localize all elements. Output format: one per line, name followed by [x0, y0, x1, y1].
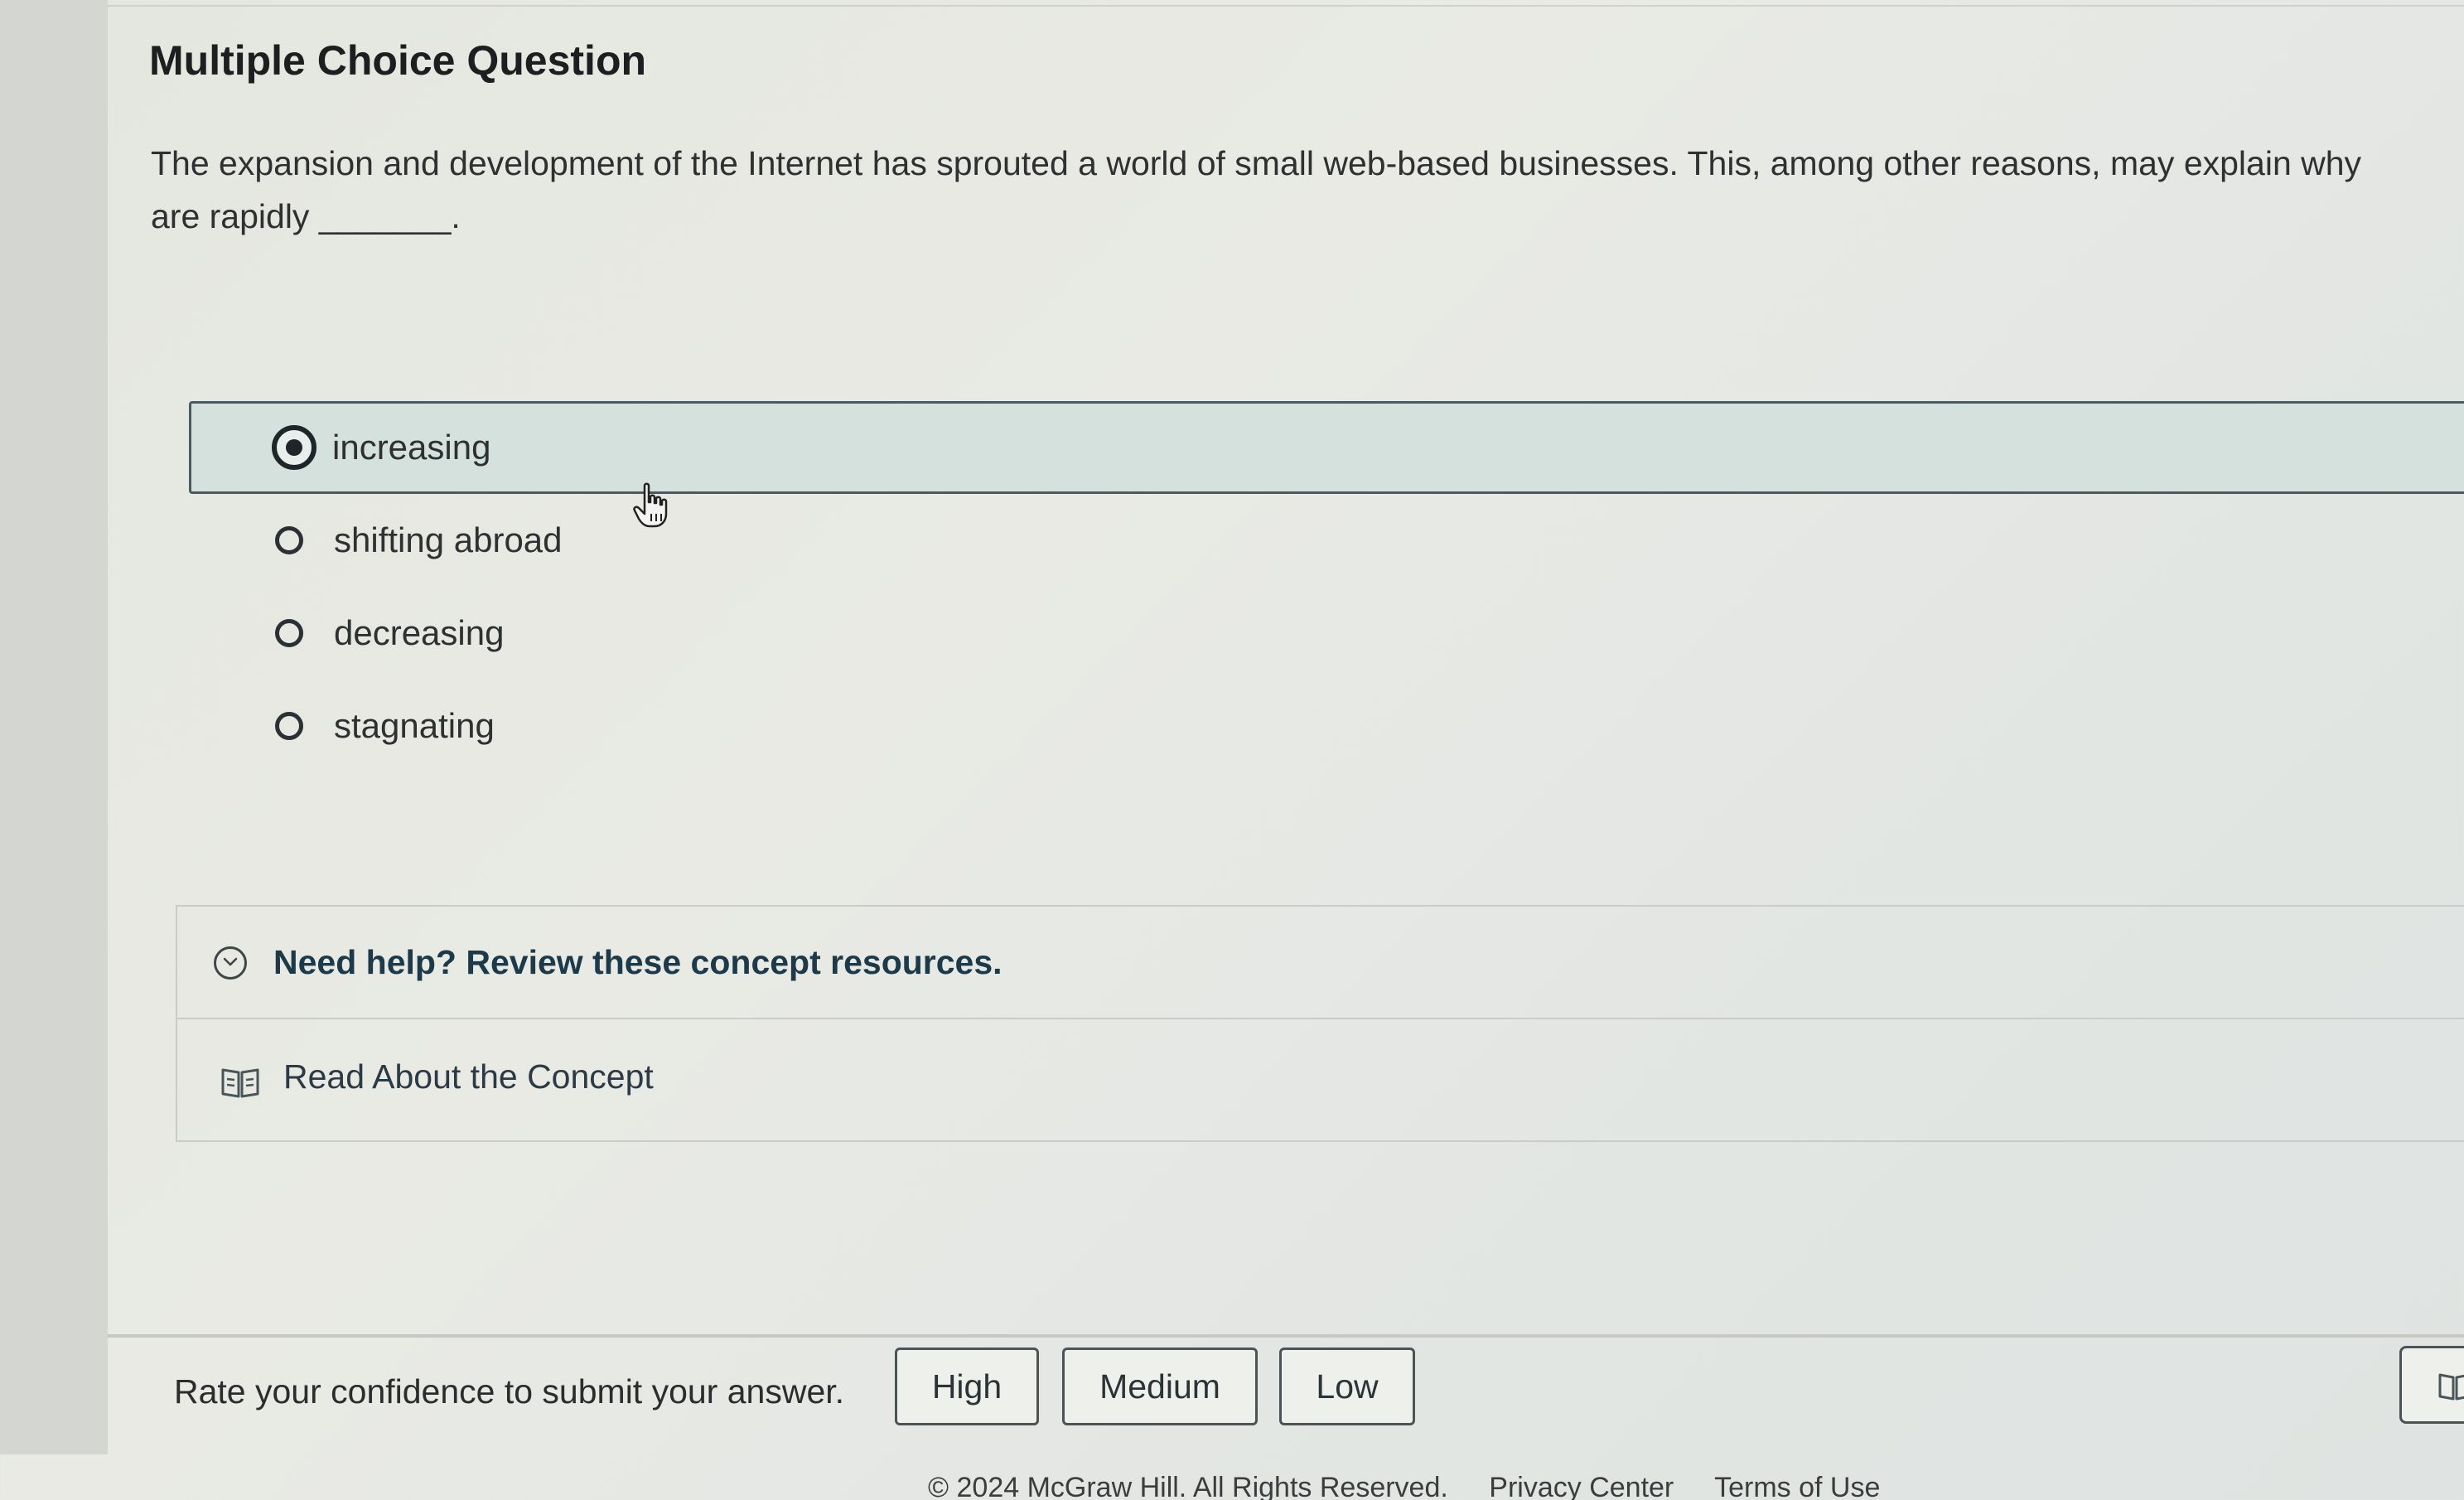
radio-button-selected[interactable] — [272, 425, 316, 470]
radio-button[interactable] — [275, 712, 303, 740]
confidence-high-button[interactable]: High — [895, 1348, 1039, 1425]
reading-button[interactable] — [2399, 1346, 2464, 1424]
bottom-divider — [108, 1334, 2464, 1338]
terms-of-use-link[interactable]: Terms of Use — [1714, 1472, 1880, 1500]
hand-cursor-icon — [633, 482, 668, 528]
question-prompt: The expansion and development of the Int… — [151, 137, 2464, 243]
top-divider — [108, 5, 2464, 7]
read-about-concept-label: Read About the Concept — [283, 1057, 654, 1096]
page-footer: © 2024 McGraw Hill. All Rights Reserved.… — [928, 1472, 1913, 1500]
question-prompt-line-2: are rapidly _______. — [151, 197, 461, 235]
option-decreasing[interactable]: decreasing — [189, 587, 2464, 680]
answer-options: increasing shifting abroad decreasing st… — [189, 401, 2464, 772]
concept-resources-toggle[interactable]: Need help? Review these concept resource… — [177, 907, 2464, 1019]
book-icon — [2438, 1373, 2464, 1401]
question-prompt-line-1: The expansion and development of the Int… — [151, 144, 2362, 182]
option-stagnating[interactable]: stagnating — [189, 680, 2464, 772]
confidence-prompt: Rate your confidence to submit your answ… — [174, 1372, 845, 1410]
option-label: decreasing — [334, 613, 505, 652]
option-shifting-abroad[interactable]: shifting abroad — [189, 494, 2464, 587]
option-label: shifting abroad — [334, 520, 563, 559]
radio-button[interactable] — [275, 526, 303, 554]
option-label: increasing — [332, 428, 491, 467]
copyright-text: © 2024 McGraw Hill. All Rights Reserved. — [928, 1472, 1448, 1500]
option-increasing[interactable]: increasing — [189, 401, 2464, 494]
question-heading: Multiple Choice Question — [149, 37, 647, 84]
confidence-low-button[interactable]: Low — [1279, 1348, 1415, 1425]
concept-resources-title: Need help? Review these concept resource… — [273, 943, 1003, 981]
radio-button[interactable] — [275, 619, 303, 647]
privacy-center-link[interactable]: Privacy Center — [1489, 1472, 1674, 1500]
concept-resources-panel: Need help? Review these concept resource… — [176, 905, 2464, 1142]
read-about-concept-link[interactable]: Read About the Concept — [177, 1019, 2464, 1142]
option-label: stagnating — [334, 706, 495, 745]
chevron-down-icon[interactable] — [214, 946, 247, 980]
book-icon — [221, 1068, 259, 1098]
left-sidebar-strip — [0, 0, 108, 1454]
confidence-medium-button[interactable]: Medium — [1062, 1348, 1258, 1425]
